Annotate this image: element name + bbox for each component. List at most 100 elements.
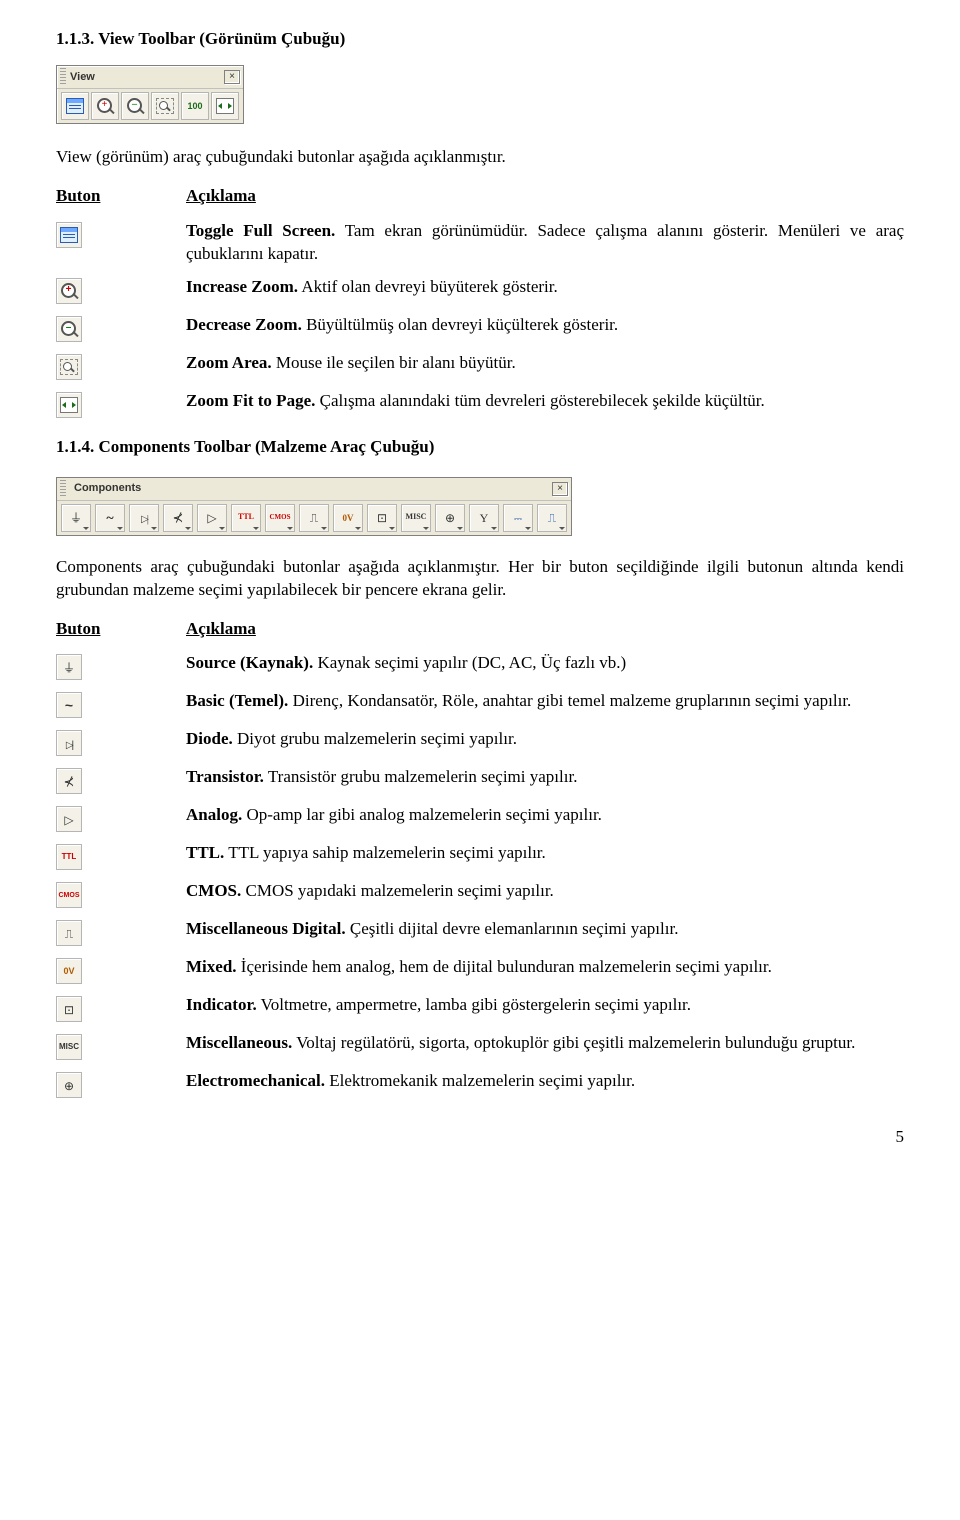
mixed-button[interactable]: 0V [333,504,363,532]
electromechanical-button[interactable] [56,1072,82,1098]
transistor-button[interactable] [56,768,82,794]
ttl-button[interactable]: TTL [231,504,261,532]
zoom-area-button[interactable] [151,92,179,120]
indicator-icon [64,998,74,1021]
misc-digital-button[interactable] [299,504,329,532]
misc-icon: MISC [59,1042,79,1053]
ttl-icon: TTL [238,512,254,523]
table-row [56,994,166,1022]
source-button[interactable] [61,504,91,532]
table-row: – [56,314,166,342]
close-icon[interactable]: × [224,70,240,84]
components-toolbar-titlebar: Components × [57,478,571,501]
desc-increase-zoom: Increase Zoom. Aktif olan devreyi büyüte… [186,276,904,304]
chevron-down-icon [525,527,531,530]
toolbar-grip-icon[interactable] [60,68,66,86]
misc-icon: MISC [406,512,427,523]
desc-mixed: Mixed. İçerisinde hem analog, hem de dij… [186,956,904,984]
components-toolbar-title: Components [70,481,552,496]
table-row: MISC [56,1032,166,1060]
desc-cmos: CMOS. CMOS yapıdaki malzemelerin seçimi … [186,880,904,908]
desc-diode: Diode. Diyot grubu malzemelerin seçimi y… [186,728,904,756]
zoom-fit-button[interactable] [56,392,82,418]
basic-icon [106,506,113,529]
indicator-button[interactable] [56,996,82,1022]
chevron-down-icon [355,527,361,530]
electromechanical-icon [64,1074,74,1097]
decrease-zoom-button[interactable]: – [121,92,149,120]
diode-button[interactable] [129,504,159,532]
section-114-intro: Components araç çubuğundaki butonlar aşa… [56,556,904,602]
desc-fullscreen: Toggle Full Screen. Tam ekran görünümüdü… [186,220,904,266]
section-113-intro: View (görünüm) araç çubuğundaki butonlar… [56,146,904,169]
table-row [56,652,166,680]
desc-ttl: TTL. TTL yapıya sahip malzemelerin seçim… [186,842,904,870]
view-toolbar-titlebar: View × [57,66,243,89]
diode-icon [66,732,72,755]
bus-button[interactable] [537,504,567,532]
analog-icon [207,506,216,529]
analog-button[interactable] [197,504,227,532]
transistor-button[interactable] [163,504,193,532]
basic-button[interactable] [56,692,82,718]
cmos-icon: CMOS [59,891,80,900]
components-definitions-table: Buton Açıklama Source (Kaynak). Kaynak s… [56,618,904,1099]
zoom-100-button[interactable]: 100 [181,92,209,120]
cmos-button[interactable]: CMOS [56,882,82,908]
fullscreen-icon [66,98,84,114]
table-row [56,1070,166,1098]
ttl-icon: TTL [62,852,77,863]
increase-zoom-button[interactable]: + [56,278,82,304]
rf-button[interactable] [469,504,499,532]
zoom-area-button[interactable] [56,354,82,380]
chevron-down-icon [389,527,395,530]
table-row: CMOS [56,880,166,908]
misc-button[interactable]: MISC [401,504,431,532]
table-row [56,766,166,794]
ladder-button[interactable] [503,504,533,532]
view-toolbar: View × + – 100 [56,65,244,124]
table-row [56,390,166,418]
chevron-down-icon [151,527,157,530]
basic-button[interactable] [95,504,125,532]
chevron-down-icon [83,527,89,530]
analog-button[interactable] [56,806,82,832]
decrease-zoom-button[interactable]: – [56,316,82,342]
indicator-button[interactable] [367,504,397,532]
table-row [56,728,166,756]
table-row [56,804,166,832]
cmos-icon: CMOS [270,513,291,522]
toggle-fullscreen-button[interactable] [61,92,89,120]
misc-digital-button[interactable] [56,920,82,946]
ttl-button[interactable]: TTL [56,844,82,870]
view-toolbar-buttons: + – 100 [57,89,243,123]
toolbar-grip-icon[interactable] [60,480,66,498]
chevron-down-icon [559,527,565,530]
chevron-down-icon [219,527,225,530]
zoom-fit-button[interactable] [211,92,239,120]
zoom-fit-icon [60,397,78,413]
mixed-button[interactable]: 0V [56,958,82,984]
desc-source: Source (Kaynak). Kaynak seçimi yapılır (… [186,652,904,680]
diode-button[interactable] [56,730,82,756]
section-113-heading: 1.1.3. View Toolbar (Görünüm Çubuğu) [56,28,904,51]
mixed-icon: 0V [63,965,74,977]
source-icon [63,656,75,679]
increase-zoom-button[interactable]: + [91,92,119,120]
misc-button[interactable]: MISC [56,1034,82,1060]
source-button[interactable] [56,654,82,680]
source-icon [70,506,82,529]
section-114-heading: 1.1.4. Components Toolbar (Malzeme Araç … [56,436,904,459]
col-header-button: Buton [56,185,166,210]
close-icon[interactable]: × [552,482,568,496]
analog-icon [64,808,73,831]
cmos-button[interactable]: CMOS [265,504,295,532]
zoom-area-icon [60,359,78,375]
toggle-fullscreen-button[interactable] [56,222,82,248]
electromechanical-button[interactable] [435,504,465,532]
rf-icon [480,506,489,529]
col-header-button: Buton [56,618,166,643]
chevron-down-icon [457,527,463,530]
desc-decrease-zoom: Decrease Zoom. Büyültülmüş olan devreyi … [186,314,904,342]
table-row: TTL [56,842,166,870]
